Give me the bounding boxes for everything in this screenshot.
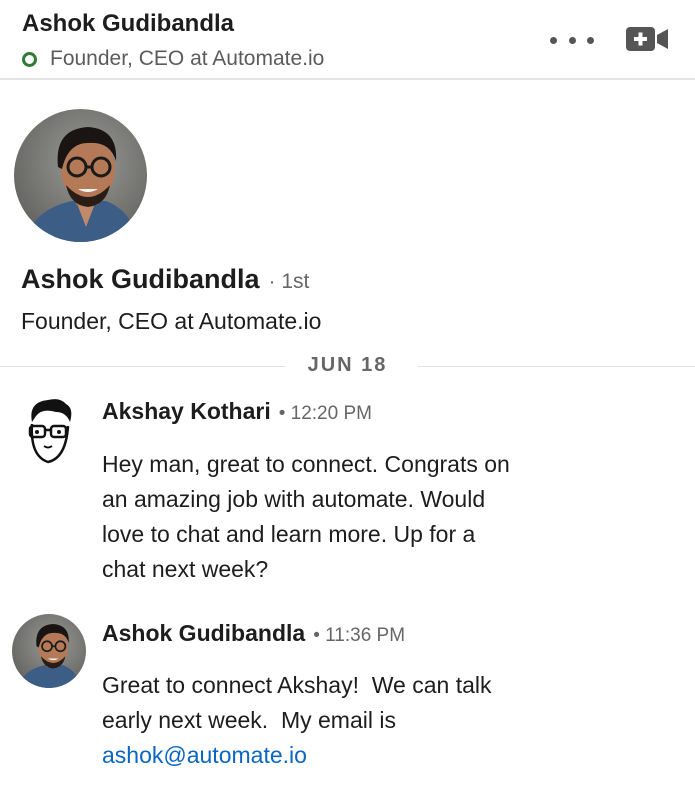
email-link[interactable]: ashok@automate.io — [102, 742, 307, 768]
profile-name[interactable]: Ashok Gudibandla — [21, 264, 260, 295]
message-header: Ashok Gudibandla • 11:36 PM — [102, 620, 405, 647]
message-body: Hey man, great to connect. Congrats on a… — [102, 447, 662, 587]
date-divider-left — [0, 366, 285, 367]
message-line: Hey man, great to connect. Congrats on — [102, 451, 510, 477]
message-line: Great to connect Akshay! We can talk — [102, 672, 492, 698]
profile-avatar[interactable] — [14, 109, 147, 242]
more-dot-icon — [568, 36, 576, 44]
message-line: chat next week? — [102, 556, 269, 582]
profile-name-row: Ashok Gudibandla · 1st — [21, 264, 309, 295]
online-status-icon — [22, 52, 37, 67]
video-call-icon — [626, 27, 668, 51]
video-call-button[interactable] — [626, 26, 668, 52]
sender-avatar[interactable] — [12, 394, 86, 468]
date-divider-right — [418, 366, 695, 367]
message-sender-name[interactable]: Ashok Gudibandla — [102, 620, 305, 647]
message-header: Akshay Kothari • 12:20 PM — [102, 398, 372, 425]
sender-photo — [12, 614, 86, 688]
profile-headline: Founder, CEO at Automate.io — [21, 308, 322, 334]
conversation-header: Ashok Gudibandla Founder, CEO at Automat… — [0, 0, 695, 80]
header-contact-name[interactable]: Ashok Gudibandla — [22, 10, 234, 38]
more-dot-icon — [550, 36, 557, 44]
message-line: an amazing job with automate. Would — [102, 486, 486, 512]
connection-degree: · 1st — [268, 270, 310, 293]
header-contact-headline: Founder, CEO at Automate.io — [50, 47, 325, 70]
profile-photo — [14, 109, 147, 242]
message-timestamp: • 11:36 PM — [313, 625, 406, 646]
message-timestamp: • 12:20 PM — [278, 403, 372, 424]
message-line: love to chat and learn more. Up for a — [102, 521, 476, 547]
message-sender-name[interactable]: Akshay Kothari — [102, 398, 271, 425]
message-body: Great to connect Akshay! We can talk ear… — [102, 668, 662, 773]
sender-avatar[interactable] — [12, 614, 86, 688]
more-dot-icon — [587, 36, 594, 44]
illustrated-avatar-icon — [28, 399, 72, 464]
message-line: early next week. My email is — [102, 707, 396, 733]
more-options-button[interactable] — [550, 26, 594, 54]
message-line: ashok@automate.io — [102, 738, 662, 773]
